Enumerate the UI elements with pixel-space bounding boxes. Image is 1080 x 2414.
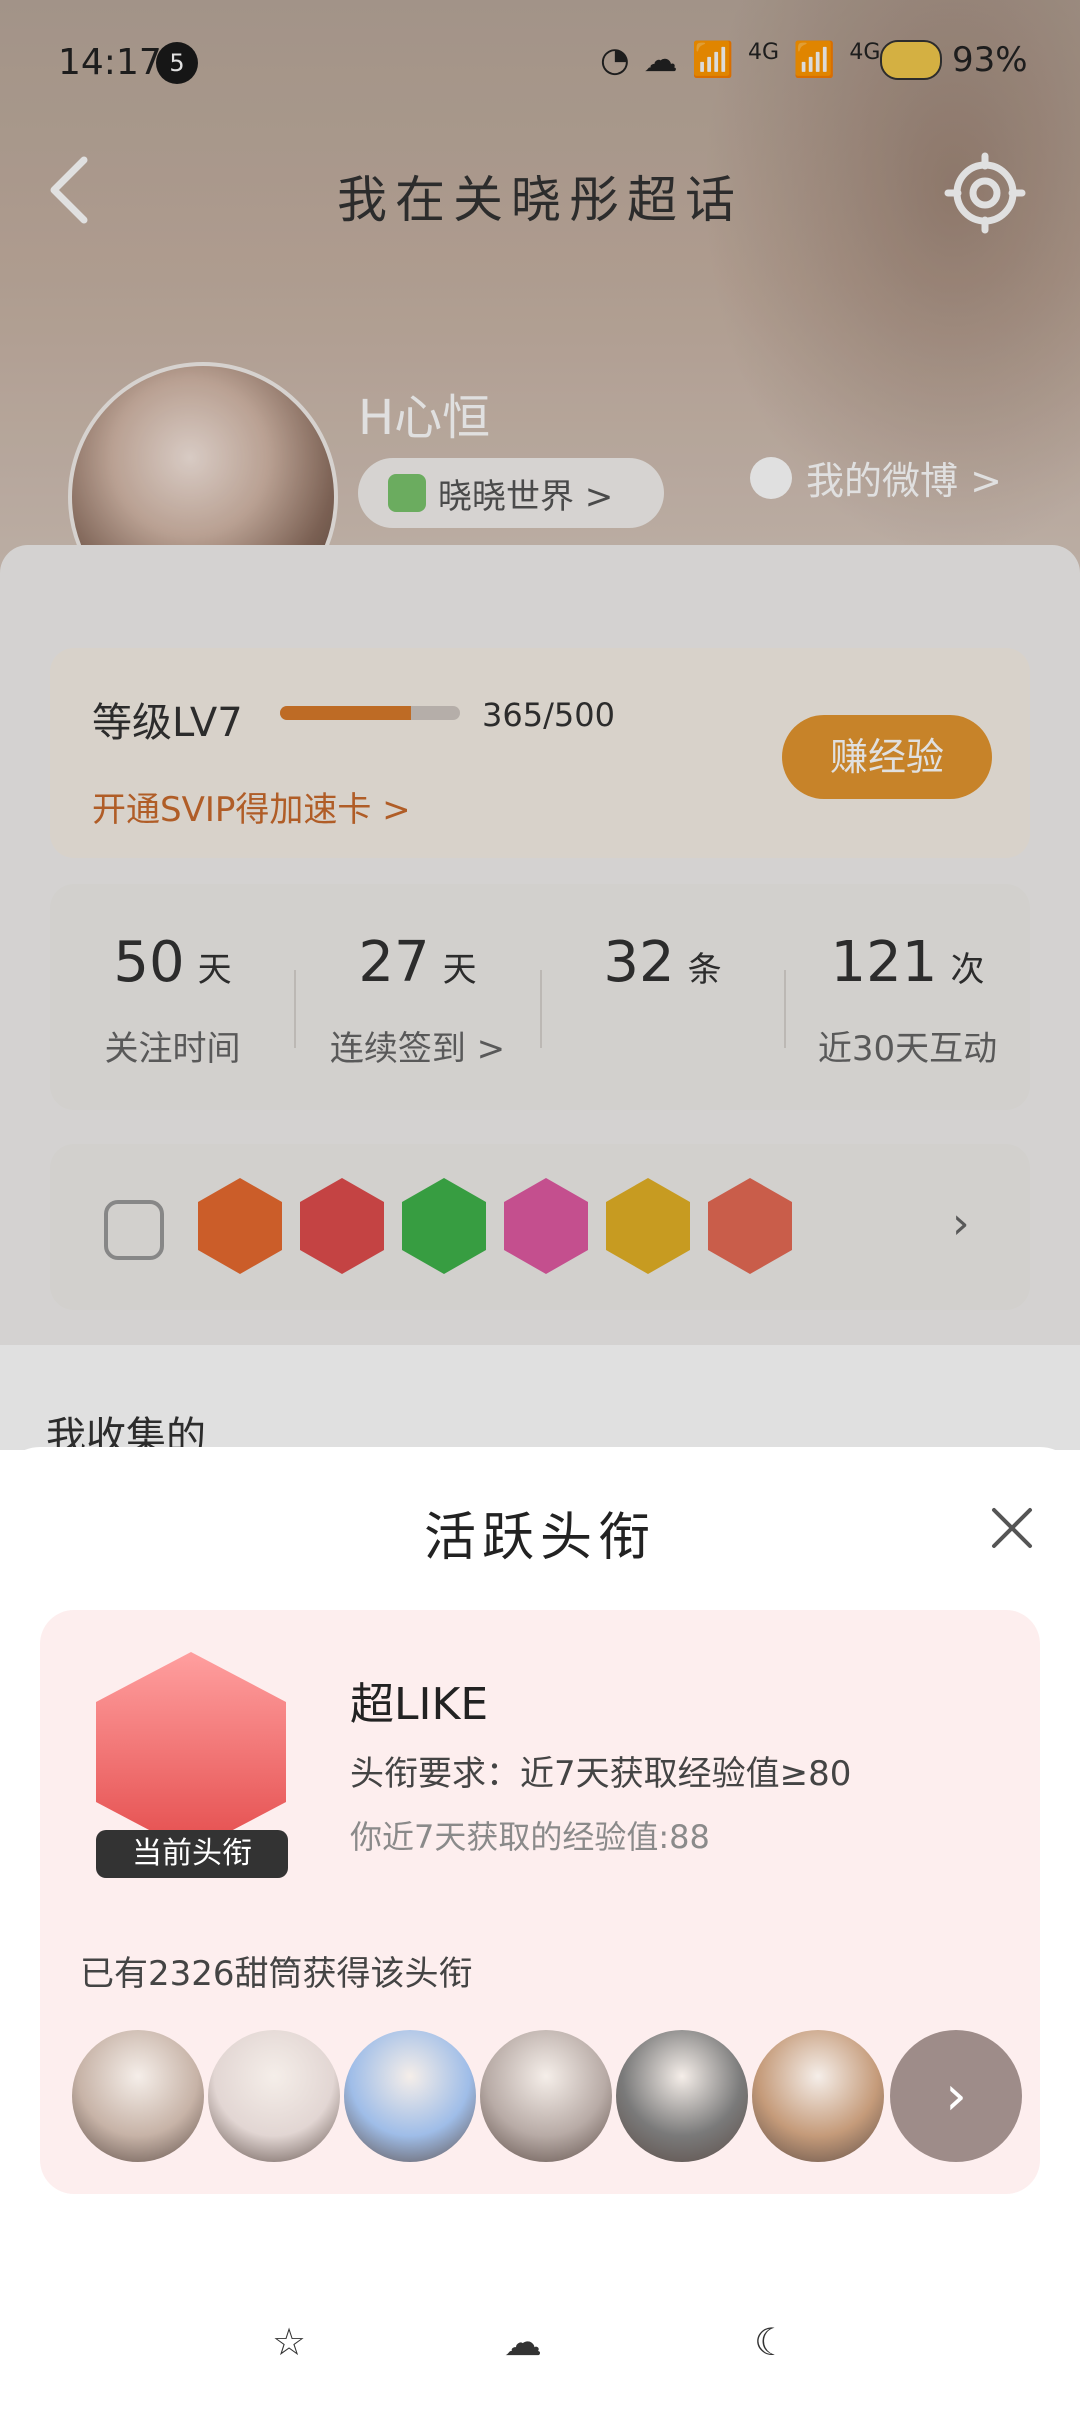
sheet-title: 活跃头衔	[423, 1508, 656, 1568]
holder-avatar[interactable]	[208, 2030, 340, 2162]
holders-row	[72, 2030, 884, 2162]
title-my-exp: 你近7天获取的经验值:88	[350, 1818, 710, 1856]
holder-avatar[interactable]	[752, 2030, 884, 2162]
moon-icon[interactable]: ☾	[754, 2320, 788, 2364]
title-name: 超LIKE	[350, 1679, 489, 1730]
holders-more-button[interactable]: ›	[890, 2030, 1022, 2162]
title-holder-count: 已有2326甜筒获得该头衔	[80, 1954, 473, 1994]
star-icon[interactable]: ☆	[272, 2320, 306, 2364]
dim-overlay[interactable]	[0, 0, 1080, 1450]
close-icon[interactable]	[986, 1502, 1038, 1554]
current-title-label: 当前头衔	[96, 1830, 288, 1878]
holder-avatar[interactable]	[616, 2030, 748, 2162]
holder-avatar[interactable]	[344, 2030, 476, 2162]
holder-avatar[interactable]	[480, 2030, 612, 2162]
title-requirement: 头衔要求：近7天获取经验值≥80	[350, 1754, 852, 1794]
mascot-nav-icon[interactable]: ☁	[504, 2320, 542, 2364]
holder-avatar[interactable]	[72, 2030, 204, 2162]
